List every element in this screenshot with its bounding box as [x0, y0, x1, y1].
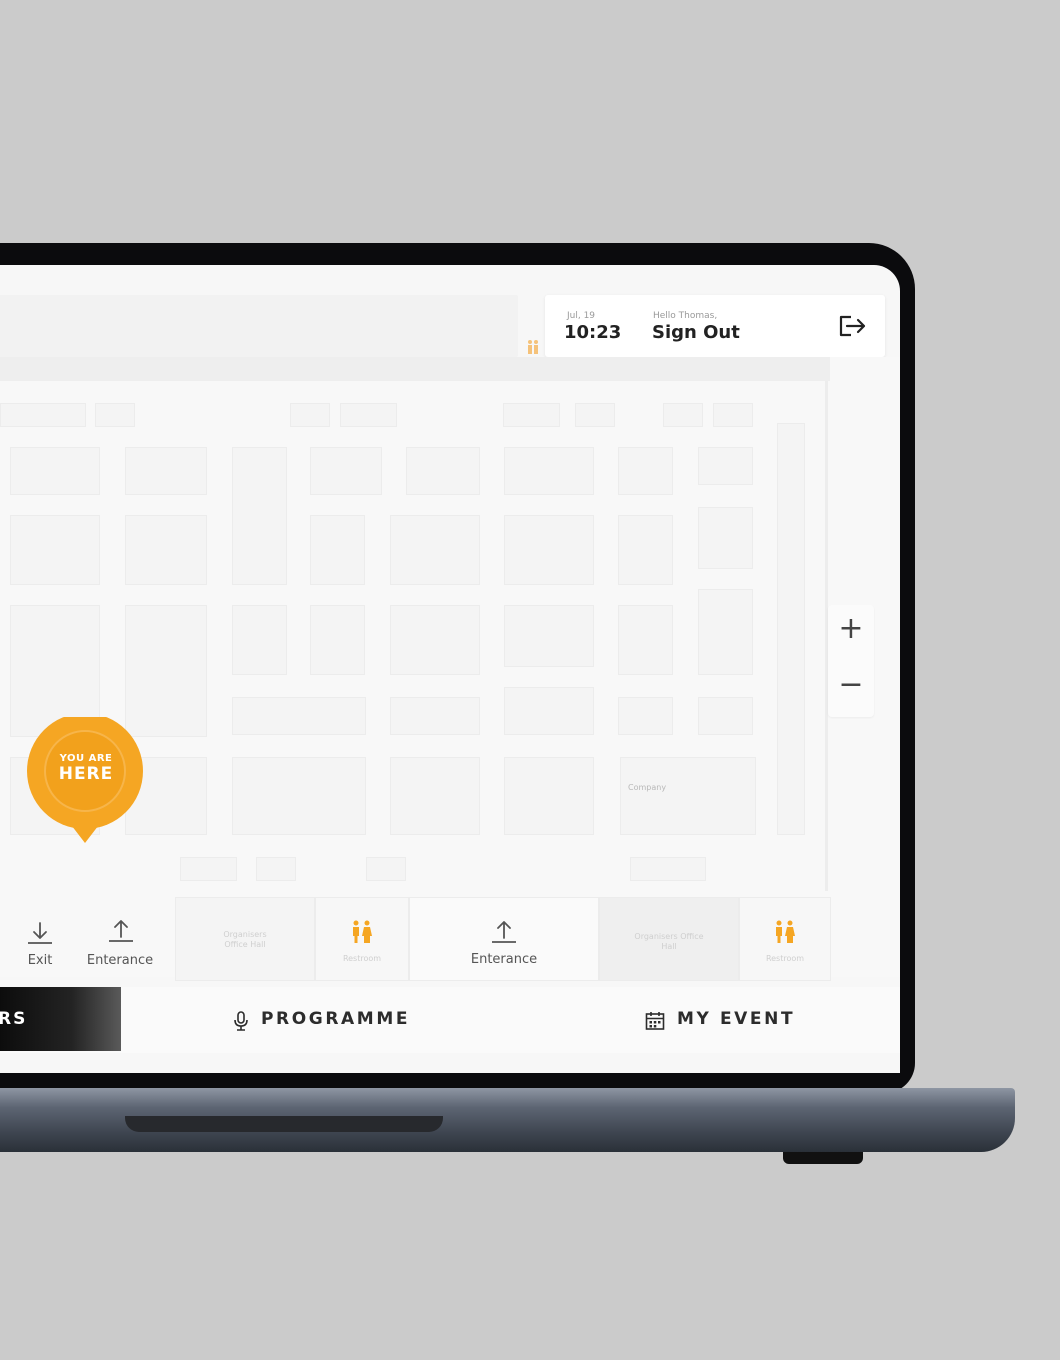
laptop-hinge-notch: [125, 1116, 443, 1132]
bottom-navigation: RS PROGRAMME MY EVENT: [0, 987, 900, 1053]
download-arrow-icon: [26, 921, 54, 951]
nav-tab-my-event[interactable]: MY EVENT: [677, 1009, 795, 1029]
organisers-office-label-2: Organisers Office Hall: [634, 932, 704, 951]
you-are-here-line1: YOU ARE: [59, 753, 113, 764]
facility-entrance-2[interactable]: Enterance: [409, 897, 599, 981]
microphone-icon: [233, 1011, 249, 1035]
laptop-foot: [783, 1152, 863, 1164]
facility-entrance-label-2: Enterance: [470, 952, 538, 967]
sign-out-icon[interactable]: [837, 313, 867, 339]
sign-out-link[interactable]: Sign Out: [652, 322, 740, 343]
restroom-icon: [774, 920, 796, 948]
date-label: Jul, 19: [567, 311, 596, 321]
facility-restroom-1[interactable]: Restroom: [315, 897, 409, 981]
restroom-label-2: Restroom: [765, 954, 805, 963]
clock-time: 10:23: [564, 322, 622, 343]
facilities-strip: Exit Enterance Organisers Office Hall Re…: [0, 897, 900, 985]
you-are-here-marker: YOU ARE HERE: [27, 713, 145, 845]
top-bar: [0, 295, 518, 357]
upload-arrow-icon: [490, 920, 518, 950]
you-are-here-line2: HERE: [58, 764, 114, 784]
calendar-icon: [645, 1011, 665, 1035]
nav-tab-programme[interactable]: PROGRAMME: [261, 1009, 410, 1029]
restroom-label: Restroom: [342, 954, 382, 963]
laptop-screen: Jul, 19 10:23 Hello Thomas, Sign Out Com…: [0, 265, 900, 1073]
greeting-label: Hello Thomas,: [653, 311, 718, 321]
nav-tab-active-label: RS: [0, 1009, 28, 1029]
facility-restroom-2[interactable]: Restroom: [739, 897, 831, 981]
facility-entrance-label: Enterance: [86, 953, 154, 968]
facility-organisers-office-1[interactable]: Organisers Office Hall: [175, 897, 315, 981]
nav-tab-active[interactable]: RS: [0, 987, 121, 1051]
restroom-icon: [351, 920, 373, 948]
facility-organisers-office-2[interactable]: Organisers Office Hall: [599, 897, 739, 981]
zoom-in-button[interactable]: +: [828, 611, 874, 647]
restroom-marker-small: [527, 339, 539, 355]
floor-plan-map[interactable]: [0, 357, 900, 977]
booth-label-company: Company: [628, 783, 667, 792]
zoom-controls: + −: [828, 605, 874, 717]
zoom-out-button[interactable]: −: [828, 667, 874, 703]
organisers-office-label: Organisers Office Hall: [223, 930, 267, 949]
user-info-panel: Jul, 19 10:23 Hello Thomas, Sign Out: [545, 295, 885, 357]
facility-entrance-1[interactable]: Enterance: [70, 897, 170, 979]
upload-arrow-icon: [107, 919, 135, 949]
